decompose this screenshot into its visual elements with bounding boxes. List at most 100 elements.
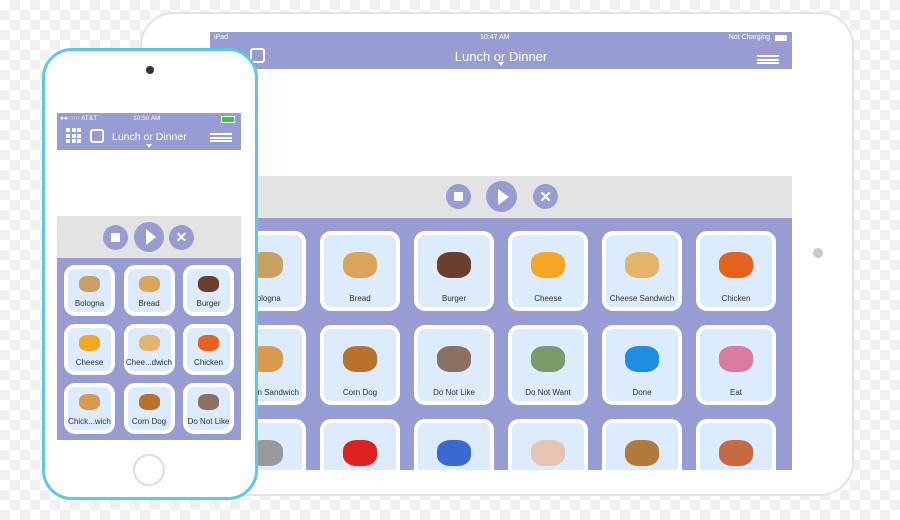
corn-dog-icon [324,329,396,388]
symbol-tile[interactable]: Chicken [696,231,776,311]
burger-patty-icon [418,235,490,294]
symbol-label: Done [632,388,652,397]
iphone-nav-bar: Lunch or Dinner [57,124,241,150]
play-icon [497,188,509,205]
message-area[interactable] [210,69,792,176]
battery-icon [775,35,787,41]
carrier: ●●○○○ AT&T [60,115,98,122]
checkbox-icon [606,329,678,388]
symbol-label: Burger [441,294,466,303]
ipad-status-bar: iPad 10:47 AM Not Charging [210,32,792,44]
grid-icon[interactable] [66,128,81,143]
clock: 10:50 AM [133,115,161,122]
grilled-cheese-icon [606,423,678,470]
symbol-label: Chee...dwich [125,358,173,367]
menu-icon[interactable] [757,55,779,64]
stop-icon [454,192,463,201]
symbol-tile[interactable]: Do Not Like [414,325,494,405]
play-button[interactable] [134,222,164,252]
symbol-label: Bologna [74,299,105,308]
symbol-tile[interactable] [414,419,494,470]
iphone-camera [146,66,154,74]
corn-dog-icon [128,387,171,417]
battery-icon [221,116,235,123]
symbol-label: Corn Dog [131,417,167,426]
bread-icon [324,235,396,294]
symbol-tile[interactable]: Bread [320,231,400,311]
symbol-tile[interactable] [602,419,682,470]
symbol-label: Burger [196,299,221,308]
symbol-tile[interactable] [696,419,776,470]
play-icon [145,229,156,245]
sandwich-icon [68,269,111,299]
symbol-label: Eat [729,388,742,397]
stop-button[interactable] [446,184,471,209]
play-button[interactable] [486,181,517,212]
child-photo-icon [418,329,490,388]
symbol-label: Bread [138,299,160,308]
clear-button[interactable]: ✕ [169,225,194,250]
close-icon: ✕ [175,229,188,245]
symbol-tile[interactable] [320,419,400,470]
ipad-nav-bar: Lunch or Dinner [210,44,792,69]
symbol-label: Chick...wich [68,417,111,426]
bread-icon [128,328,171,358]
plate-icon [512,423,584,470]
symbol-tile[interactable]: Eat [696,325,776,405]
symbol-tile[interactable]: Done [602,325,682,405]
menu-icon[interactable] [210,133,232,142]
stop-icon [111,233,120,242]
plate-icon [700,329,772,388]
ipad-control-bar: ✕ [210,176,792,218]
edit-icon[interactable] [90,129,104,143]
message-area[interactable] [57,150,241,216]
iphone-symbol-grid: Bologna Bread Burger Cheese Chee...dwich Chic… [57,258,241,440]
burger-patty-icon [187,269,230,299]
bread-icon [606,235,678,294]
iphone-control-bar: ✕ [57,216,241,258]
ipad-home-button[interactable] [813,248,823,258]
symbol-label: Chicken [194,358,223,367]
bread-icon [128,269,171,299]
symbol-label: Corn Dog [342,388,378,397]
caret-down-icon[interactable] [498,62,504,66]
symbol-tile[interactable]: Cheese [508,231,588,311]
symbol-tile[interactable]: Burger [183,265,234,316]
symbol-label: Cheese [75,358,104,367]
symbol-tile[interactable]: Corn Dog [123,383,175,434]
clear-button[interactable]: ✕ [533,184,558,209]
cheese-icon [68,328,111,358]
child-photo-icon [512,329,584,388]
iphone-home-button[interactable] [133,454,165,486]
iphone-status-bar: ●●○○○ AT&T 10:50 AM [57,113,241,124]
cheese-icon [512,235,584,294]
close-icon: ✕ [539,188,552,206]
clock: 10:47 AM [480,34,510,41]
symbol-tile[interactable]: Do Not Like [183,383,234,434]
carrier: iPad [214,34,229,41]
stop-button[interactable] [103,225,128,250]
chicken-icon [700,235,772,294]
symbol-tile[interactable]: Do Not Want [508,325,588,405]
symbol-tile[interactable]: Chick...wich [64,383,115,434]
symbol-label: Bread [349,294,371,303]
symbol-label: Do Not Like [187,417,230,426]
symbol-label: Chicken [721,294,751,303]
symbol-tile[interactable] [508,419,588,470]
fries-icon [324,423,396,470]
page-title[interactable]: Lunch or Dinner [112,131,187,143]
child-photo-icon [187,387,230,417]
symbol-tile[interactable]: Cheese Sandwich [602,231,682,311]
symbol-tile[interactable]: Burger [414,231,494,311]
symbol-tile[interactable]: Bologna [64,265,115,316]
symbol-tile[interactable]: Corn Dog [320,325,400,405]
ipad-symbol-grid: Bologna Bread Burger Cheese Cheese Sandwich C… [210,218,792,470]
bun-icon [68,387,111,417]
caret-down-icon[interactable] [146,144,152,148]
battery-status: Not Charging [728,34,770,41]
hot-dog-icon [700,423,772,470]
symbol-tile[interactable]: Chicken [183,324,234,375]
symbol-tile[interactable]: Chee...dwich [123,324,175,375]
symbol-tile[interactable]: Bread [123,265,175,316]
symbol-tile[interactable]: Cheese [64,324,115,375]
